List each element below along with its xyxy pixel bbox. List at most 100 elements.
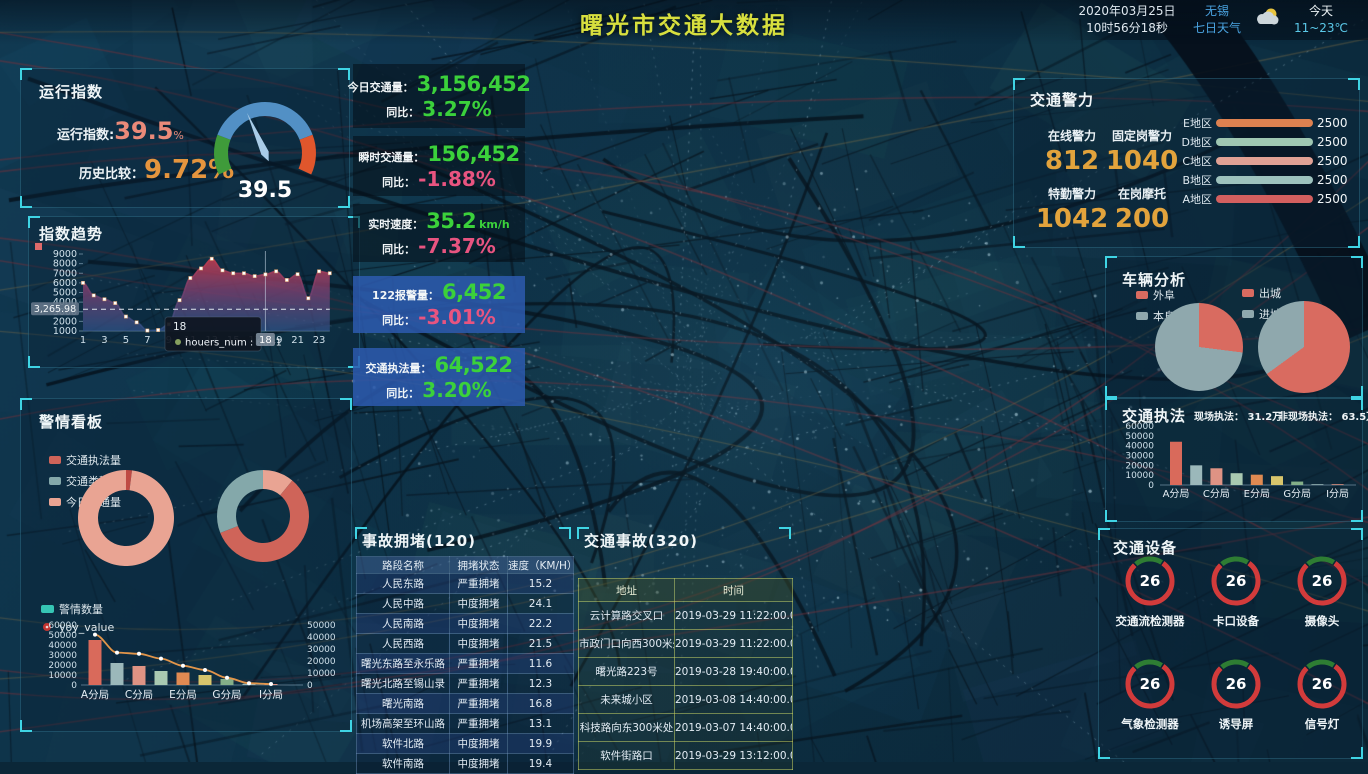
table-cell: 13.1 — [508, 714, 574, 734]
svg-text:0: 0 — [1148, 481, 1154, 491]
device-ring-chart: 26 — [1210, 658, 1262, 710]
device-gauge: 26信号灯 — [1279, 658, 1365, 755]
bar-value: 2500 — [1317, 154, 1348, 168]
svg-text:1: 1 — [80, 335, 86, 346]
svg-text:0: 0 — [71, 681, 77, 691]
weather-forecast-link[interactable]: 七日天气 — [1186, 20, 1248, 37]
svg-text:6000: 6000 — [53, 278, 77, 289]
table-row[interactable]: 曙光南路严重拥堵16.8 — [357, 694, 574, 714]
bar — [1216, 138, 1313, 146]
table-row[interactable]: 曙光东路至永乐路严重拥堵11.6 — [357, 654, 574, 674]
table-row[interactable]: 机场高架至环山路严重拥堵13.1 — [357, 714, 574, 734]
card-value: 156,452 — [427, 142, 519, 166]
table-cell: 19.9 — [508, 734, 574, 754]
svg-text:40000: 40000 — [307, 633, 336, 643]
svg-text:I分局: I分局 — [1326, 488, 1349, 500]
card-label: 今日交通量： — [348, 79, 414, 95]
table-cell: 严重拥堵 — [450, 674, 508, 694]
table-row[interactable]: 科技路向东300米处2019-03-07 14:40:00.0 — [579, 714, 793, 742]
svg-text:30000: 30000 — [48, 651, 77, 661]
today-label: 今天 — [1286, 3, 1356, 20]
card-yoy-value: 3.20% — [422, 378, 491, 402]
table-row[interactable]: 人民中路中度拥堵24.1 — [357, 594, 574, 614]
time-text: 10时56分18秒 — [1068, 20, 1186, 37]
table-row[interactable]: 市政门口向西300米处2019-03-29 11:22:00.0 — [579, 630, 793, 658]
weather-icon-wrap — [1248, 6, 1286, 35]
device-ring-chart: 26 — [1210, 555, 1262, 607]
operation-index-unit: % — [173, 129, 183, 142]
svg-text:60000: 60000 — [48, 621, 77, 631]
police-region-bars: E地区2500D地区2500C地区2500B地区2500A地区2500 — [1142, 117, 1348, 212]
panel-traffic-devices: 交通设备 26交通流检测器26卡口设备26摄像头26气象检测器26诱导屏26信号… — [1098, 528, 1363, 759]
device-ring-chart: 26 — [1124, 658, 1176, 710]
table-cell: 软件南路 — [357, 754, 450, 774]
table-row[interactable]: 人民东路严重拥堵15.2 — [357, 574, 574, 594]
table-cell: 2019-03-29 13:12:00.0 — [675, 742, 793, 770]
stat-cards: 今日交通量：3,156,452同比：3.27%瞬时交通量：156,452同比：-… — [353, 64, 525, 406]
bar — [1216, 176, 1313, 184]
panel-traffic-enforcement: 交通执法 现场执法： 31.2万 非现场执法： 63.5万 0100002000… — [1105, 398, 1363, 522]
table-row[interactable]: 未来城小区2019-03-08 14:40:00.0 — [579, 686, 793, 714]
card-value: 64,522 — [434, 353, 512, 377]
table-row[interactable]: 云计算路交叉口2019-03-29 11:22:00.0 — [579, 602, 793, 630]
police-bar-row: D地区2500 — [1142, 136, 1348, 148]
svg-text:8000: 8000 — [53, 259, 77, 270]
svg-text:60000: 60000 — [1125, 422, 1154, 432]
legend-item[interactable]: 出城 — [1242, 285, 1281, 301]
table-cell: 2019-03-07 14:40:00.0 — [675, 714, 793, 742]
svg-text:I分局: I分局 — [259, 689, 283, 701]
panel-title: 交通事故(320) — [584, 530, 698, 551]
column-header: 速度（KM/H） — [508, 557, 574, 574]
svg-text:20000: 20000 — [1125, 461, 1154, 471]
table-cell: 人民西路 — [357, 634, 450, 654]
panel-vehicle-analysis: 车辆分析 外阜本阜 出城进城 — [1105, 256, 1363, 398]
stat-card-enforcement-total: 交通执法量：64,522同比：3.20% — [353, 348, 525, 406]
svg-text:3,265.98: 3,265.98 — [34, 304, 76, 315]
table-row[interactable]: 软件北路中度拥堵19.9 — [357, 734, 574, 754]
svg-text:26: 26 — [1140, 675, 1161, 693]
legend-item[interactable]: 外阜 — [1136, 287, 1175, 303]
svg-text:50000: 50000 — [1125, 432, 1154, 442]
table-row[interactable]: 软件南路中度拥堵19.4 — [357, 754, 574, 774]
svg-text:E分局: E分局 — [169, 689, 197, 701]
bar-label: D地区 — [1142, 134, 1212, 150]
panel-traffic-police: 交通警力 在线警力 812 固定岗警力 1040 特勤警力 1042 在岗摩托 … — [1013, 78, 1360, 248]
svg-text:40000: 40000 — [1125, 442, 1154, 452]
table-row[interactable]: 人民南路中度拥堵22.2 — [357, 614, 574, 634]
svg-text:G分局: G分局 — [212, 689, 241, 701]
table-cell: 16.8 — [508, 694, 574, 714]
table-cell: 2019-03-29 11:22:00.0 — [675, 630, 793, 658]
svg-text:39.5: 39.5 — [238, 178, 292, 203]
legend-swatch — [1242, 310, 1254, 318]
table-row[interactable]: 曙光北路至锡山录严重拥堵12.3 — [357, 674, 574, 694]
bar-label: E地区 — [1142, 115, 1212, 131]
device-gauge: 26气象检测器 — [1107, 658, 1193, 755]
table-cell: 2019-03-08 14:40:00.0 — [675, 686, 793, 714]
device-ring-chart: 26 — [1296, 658, 1348, 710]
svg-text:7000: 7000 — [53, 268, 77, 279]
table-cell: 人民中路 — [357, 594, 450, 614]
card-yoy-label: 同比： — [386, 104, 419, 120]
card-yoy-label: 同比： — [382, 174, 415, 190]
weather-today-block: 今天 11~23℃ — [1286, 3, 1356, 37]
svg-text:10000: 10000 — [307, 669, 336, 679]
card-yoy-label: 同比： — [382, 241, 415, 257]
panel-traffic-accident-table: 交通事故(320) 地址时间云计算路交叉口2019-03-29 11:22:00… — [578, 528, 790, 762]
bar — [1216, 119, 1313, 127]
police-bar-row: B地区2500 — [1142, 174, 1348, 186]
table-cell: 2019-03-28 19:40:00.0 — [675, 658, 793, 686]
device-gauge: 26诱导屏 — [1193, 658, 1279, 755]
card-yoy-value: -7.37% — [418, 234, 496, 258]
table-cell: 24.1 — [508, 594, 574, 614]
table-cell: 严重拥堵 — [450, 654, 508, 674]
table-cell: 人民南路 — [357, 614, 450, 634]
column-header: 路段名称 — [357, 557, 450, 574]
table-row[interactable]: 曙光路223号2019-03-28 19:40:00.0 — [579, 658, 793, 686]
jam-table: 路段名称拥堵状态速度（KM/H）人民东路严重拥堵15.2人民中路中度拥堵24.1… — [356, 556, 574, 774]
vehicle-origin-pie — [1155, 303, 1243, 391]
svg-text:23: 23 — [313, 335, 326, 346]
table-row[interactable]: 人民西路中度拥堵21.5 — [357, 634, 574, 654]
table-row[interactable]: 软件街路口2019-03-29 13:12:00.0 — [579, 742, 793, 770]
svg-text:40000: 40000 — [48, 641, 77, 651]
legend-swatch — [1242, 289, 1254, 297]
